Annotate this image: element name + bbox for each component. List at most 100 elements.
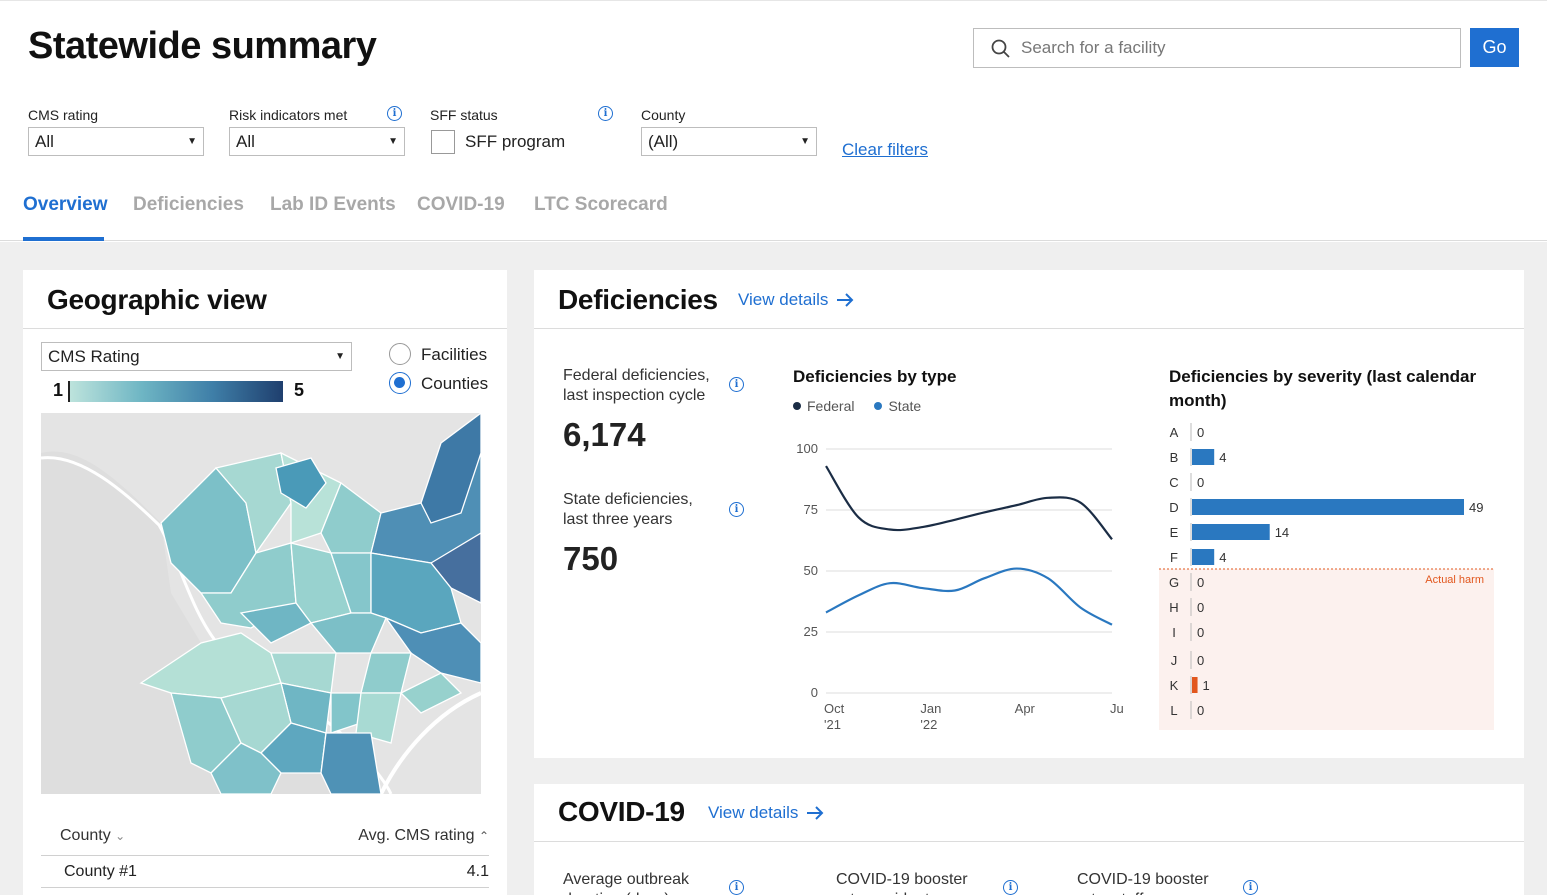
severity-label-f: F xyxy=(1170,550,1178,565)
actual-harm-label: Actual harm xyxy=(1425,574,1484,586)
county-column-header[interactable]: County ⌄ xyxy=(60,827,125,845)
deficiencies-by-type-title: Deficiencies by type xyxy=(793,367,957,386)
severity-label-i: I xyxy=(1172,625,1176,640)
geo-metric-select[interactable]: CMS Rating ▼ xyxy=(41,342,352,371)
cms-rating-select[interactable]: All ▼ xyxy=(28,127,204,156)
info-icon[interactable]: i xyxy=(729,502,744,517)
y-tick-label: 25 xyxy=(804,624,818,639)
severity-label-c: C xyxy=(1169,475,1178,490)
info-icon[interactable]: i xyxy=(598,106,613,121)
table-row[interactable]: County #1 4.1 xyxy=(41,856,489,888)
severity-value-i: 0 xyxy=(1197,625,1204,640)
clear-filters-link[interactable]: Clear filters xyxy=(842,140,928,160)
county-column-label: County xyxy=(60,827,111,844)
view-details-label: View details xyxy=(708,803,799,822)
chevron-down-icon: ⌄ xyxy=(115,829,126,843)
y-tick-label: 0 xyxy=(811,685,818,700)
severity-label-a: A xyxy=(1170,425,1179,440)
severity-bar-e xyxy=(1192,524,1270,540)
federal-series-line xyxy=(825,465,1113,540)
tab-lab-id-events[interactable]: Lab ID Events xyxy=(270,194,396,216)
state-deficiencies-label: State deficiencies, last three years xyxy=(563,491,693,528)
county-select[interactable]: (All) ▼ xyxy=(641,127,817,156)
severity-value-g: 0 xyxy=(1197,575,1204,590)
counties-radio[interactable] xyxy=(389,372,411,394)
geographic-view-panel: Geographic view CMS Rating ▼ 1 5 Facilit… xyxy=(23,270,507,895)
cms-rating-label: CMS rating xyxy=(28,107,99,123)
severity-bar-k xyxy=(1192,677,1198,693)
severity-value-l: 0 xyxy=(1197,703,1204,718)
severity-label-d: D xyxy=(1169,500,1178,515)
search-box[interactable] xyxy=(973,28,1461,68)
counties-label: Counties xyxy=(421,374,489,393)
info-icon[interactable]: i xyxy=(387,106,402,121)
county-label: County xyxy=(641,107,686,123)
county-cell: County #1 xyxy=(64,863,137,880)
caret-down-icon: ▼ xyxy=(800,136,810,147)
severity-value-k: 1 xyxy=(1203,678,1210,693)
y-tick-label: 50 xyxy=(804,563,818,578)
rating-cell: 4.1 xyxy=(466,863,489,880)
facilities-radio[interactable] xyxy=(389,343,411,365)
severity-label-g: G xyxy=(1169,575,1179,590)
federal-deficiencies-value: 6,174 xyxy=(563,416,646,453)
severity-label-b: B xyxy=(1170,450,1179,465)
y-tick-label: 100 xyxy=(796,441,818,456)
x-tick-label: Oct xyxy=(824,701,845,716)
cms-rating-value: All xyxy=(35,131,54,151)
view-details-label: View details xyxy=(738,290,829,309)
federal-deficiencies-label: Federal deficiencies, last inspection cy… xyxy=(563,367,710,404)
actual-harm-region xyxy=(1159,569,1494,730)
severity-bar-f xyxy=(1192,549,1215,565)
x-tick-label: Apr xyxy=(1015,701,1036,716)
active-tab-indicator xyxy=(23,237,104,241)
info-icon[interactable]: i xyxy=(729,377,744,392)
federal-legend-label: Federal xyxy=(807,398,855,414)
severity-value-h: 0 xyxy=(1197,600,1204,615)
deficiencies-view-details-link[interactable]: View details xyxy=(738,290,854,310)
tab-deficiencies[interactable]: Deficiencies xyxy=(133,194,244,216)
x-tick-sublabel: '22 xyxy=(920,717,937,732)
chart-legend: Federal State xyxy=(793,398,921,414)
severity-label-k: K xyxy=(1170,678,1179,693)
divider xyxy=(23,328,507,329)
deficiencies-by-severity-title: Deficiencies by severity (last calendar … xyxy=(1169,367,1477,410)
risk-indicators-select[interactable]: All ▼ xyxy=(229,127,405,156)
severity-value-e: 14 xyxy=(1275,525,1289,540)
info-icon[interactable]: i xyxy=(1003,880,1018,895)
scale-max-label: 5 xyxy=(294,380,305,400)
state-series-line xyxy=(825,567,1113,626)
divider xyxy=(534,841,1524,842)
search-input[interactable] xyxy=(1021,35,1441,61)
severity-value-a: 0 xyxy=(1197,425,1204,440)
sff-program-checkbox[interactable] xyxy=(431,130,455,154)
caret-down-icon: ▼ xyxy=(335,351,345,362)
severity-label-j: J xyxy=(1171,653,1178,668)
covid-panel: COVID-19 View details Average outbreak d… xyxy=(534,784,1524,895)
page-title: Statewide summary xyxy=(28,25,377,67)
tab-overview[interactable]: Overview xyxy=(23,194,108,216)
search-icon xyxy=(991,39,1010,58)
header: Statewide summary Go CMS rating All ▼ Ri… xyxy=(0,0,1547,241)
covid-view-details-link[interactable]: View details xyxy=(708,803,824,823)
tab-ltc-scorecard[interactable]: LTC Scorecard xyxy=(534,194,668,216)
info-icon[interactable]: i xyxy=(1243,880,1258,895)
caret-down-icon: ▼ xyxy=(187,136,197,147)
color-scale-legend xyxy=(68,381,283,402)
go-button[interactable]: Go xyxy=(1470,28,1519,67)
covid-stat-label: Average outbreak duration (days) xyxy=(563,871,690,895)
info-icon[interactable]: i xyxy=(729,880,744,895)
county-map[interactable] xyxy=(41,413,481,794)
severity-label-l: L xyxy=(1170,703,1177,718)
arrow-right-icon xyxy=(807,806,824,820)
scale-min-label: 1 xyxy=(53,380,64,400)
severity-label-h: H xyxy=(1169,600,1178,615)
covid-stat-label: COVID-19 booster rate, staff xyxy=(1077,871,1209,895)
severity-label-e: E xyxy=(1170,525,1179,540)
divider xyxy=(534,328,1524,329)
deficiencies-panel: Deficiencies View details Federal defici… xyxy=(534,270,1524,758)
state-deficiencies-value: 750 xyxy=(563,540,619,577)
avg-cms-rating-column-header[interactable]: Avg. CMS rating ⌃ xyxy=(358,827,489,845)
geo-metric-value: CMS Rating xyxy=(48,346,140,366)
tab-covid-19[interactable]: COVID-19 xyxy=(417,194,505,216)
